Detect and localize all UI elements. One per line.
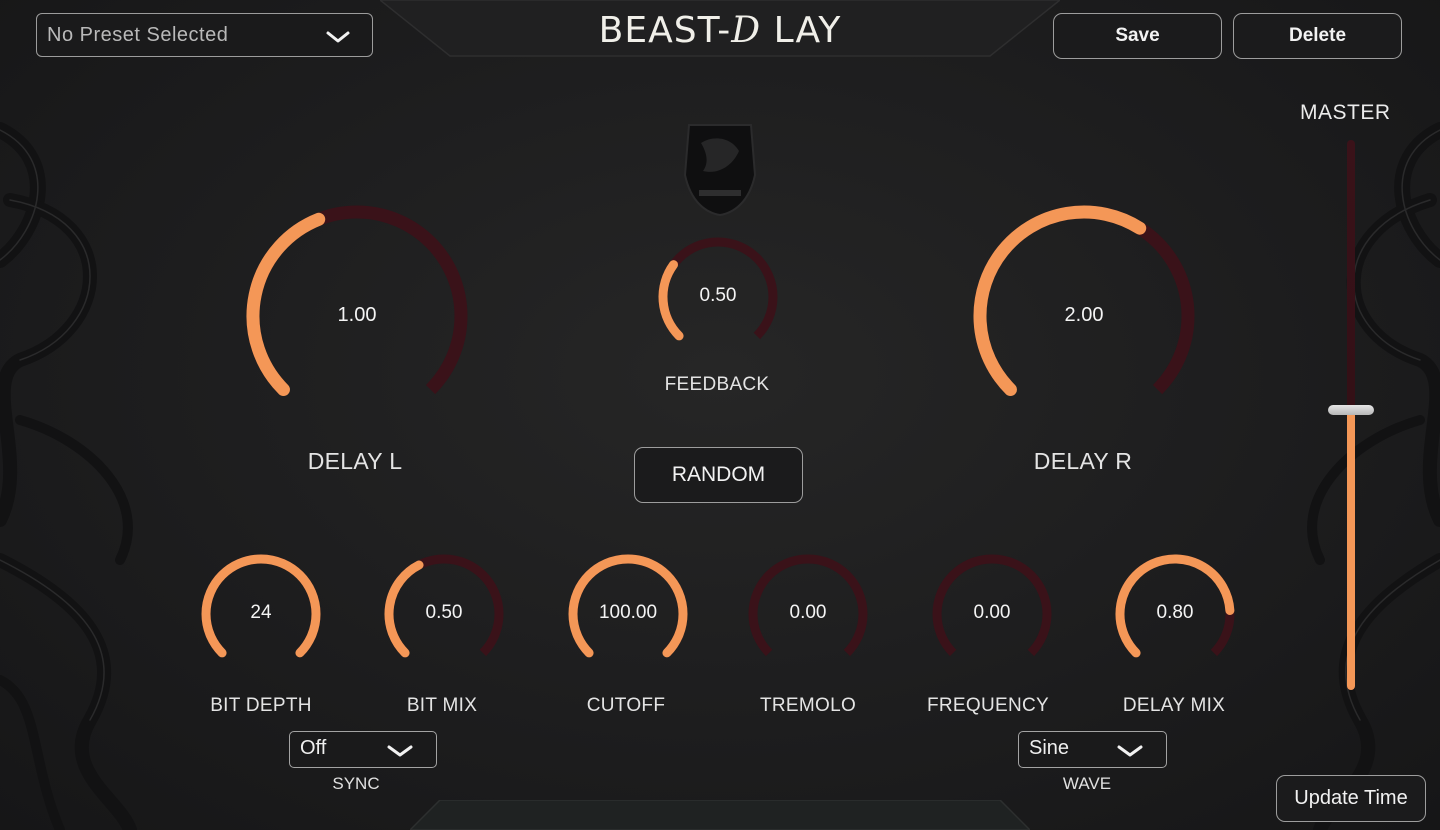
delay-mix-label: DELAY MIX — [1122, 695, 1226, 716]
sync-label: SYNC — [332, 774, 380, 793]
delay-l-value: 1.00 — [337, 303, 377, 326]
save-button[interactable]: Save — [1053, 13, 1222, 59]
delay-r-value: 2.00 — [1064, 303, 1104, 326]
sync-dropdown-value: Off — [300, 737, 327, 759]
delay-mix-knob[interactable]: 0.80 — [1107, 546, 1243, 682]
delay-mix-value: 0.80 — [1156, 602, 1194, 624]
footer-plate — [410, 800, 1030, 830]
preset-dropdown[interactable]: No Preset Selected — [36, 13, 373, 57]
wave-dropdown[interactable]: Sine — [1018, 731, 1167, 768]
delay-r-knob[interactable]: 2.00 — [963, 195, 1205, 437]
chevron-down-icon — [326, 31, 350, 43]
delay-l-knob[interactable]: 1.00 — [236, 195, 478, 437]
delay-r-label: DELAY R — [1033, 448, 1133, 474]
tremolo-knob[interactable]: 0.00 — [740, 546, 876, 682]
delete-button[interactable]: Delete — [1233, 13, 1402, 59]
frequency-knob[interactable]: 0.00 — [924, 546, 1060, 682]
cutoff-knob[interactable]: 100.00 — [560, 546, 696, 682]
preset-dropdown-value: No Preset Selected — [47, 24, 229, 46]
bit-mix-value: 0.50 — [425, 602, 463, 624]
chevron-down-icon — [387, 745, 413, 757]
frequency-value: 0.00 — [973, 602, 1011, 624]
tremolo-label: TREMOLO — [759, 695, 857, 716]
bit-depth-knob[interactable]: 24 — [193, 546, 329, 682]
bit-depth-value: 24 — [250, 602, 272, 624]
master-slider-fill — [1347, 409, 1355, 690]
delay-r-knob-fill — [973, 205, 1147, 397]
master-slider-thumb[interactable] — [1328, 404, 1374, 415]
feedback-label: FEEDBACK — [664, 374, 770, 395]
wave-dropdown-value: Sine — [1029, 737, 1070, 759]
random-button[interactable]: RANDOM — [634, 447, 803, 503]
feedback-value: 0.50 — [699, 285, 737, 307]
tremolo-value: 0.00 — [789, 602, 827, 624]
bit-mix-knob[interactable]: 0.50 — [376, 546, 512, 682]
chevron-down-icon — [1117, 745, 1143, 757]
bit-mix-label: BIT MIX — [406, 695, 478, 716]
plugin-title: BEAST-D LAY — [598, 10, 842, 51]
beast-logo-icon — [683, 124, 757, 217]
master-label: MASTER — [1300, 101, 1391, 124]
feedback-knob[interactable]: 0.50 — [650, 229, 786, 365]
cutoff-value: 100.00 — [598, 602, 658, 624]
sync-dropdown[interactable]: Off — [289, 731, 437, 768]
cutoff-label: CUTOFF — [586, 695, 666, 716]
frequency-label: FREQUENCY — [927, 695, 1049, 716]
bit-depth-label: BIT DEPTH — [210, 695, 312, 716]
delay-l-label: DELAY L — [307, 448, 403, 474]
wave-label: WAVE — [1062, 774, 1112, 793]
update-time-button[interactable]: Update Time — [1276, 775, 1426, 822]
